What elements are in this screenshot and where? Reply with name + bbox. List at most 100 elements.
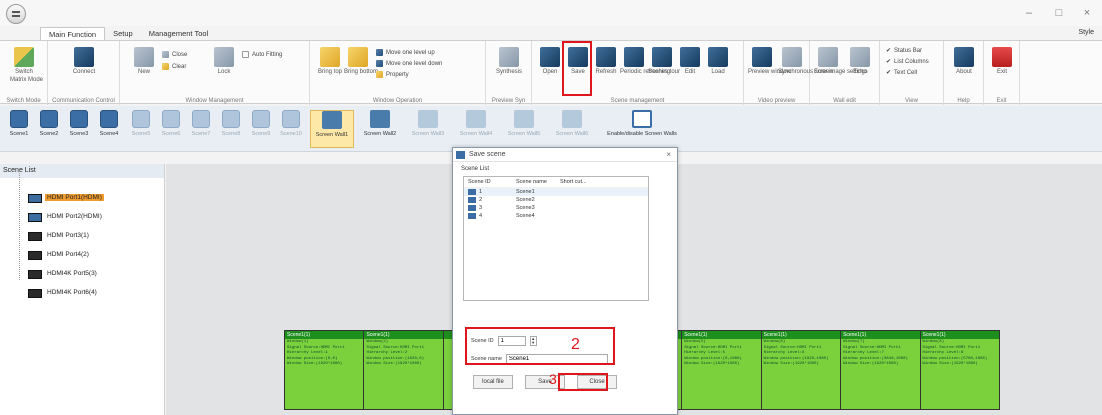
scene-1-button[interactable]: Scene1 — [6, 110, 32, 137]
scene-10-button[interactable]: Scene10 — [278, 110, 304, 137]
bring-bottom-button[interactable]: Bring bottom — [344, 47, 378, 75]
monitor-icon — [28, 270, 42, 279]
scene-7-button[interactable]: Scene7 — [188, 110, 214, 137]
lock-button[interactable]: Lock — [210, 47, 238, 75]
tree-item-hdmi4k-port6[interactable]: HDMI4K Port6(4) — [0, 285, 164, 304]
scene-3-button[interactable]: Scene3 — [66, 110, 92, 137]
connect-button[interactable]: Connect — [70, 47, 98, 75]
minimize-button[interactable]: – — [1020, 6, 1038, 20]
screen-wall-3-button[interactable]: Screen Wall3 — [406, 110, 450, 137]
synthesis-button[interactable]: Synthesis — [495, 47, 523, 75]
group-window-management: New Close Clear Lock Auto Fitting Window… — [120, 41, 310, 105]
scenes-tour-button[interactable]: Scenes tour — [648, 47, 680, 75]
close-button[interactable]: × — [1078, 6, 1096, 20]
bring-bottom-icon — [348, 47, 368, 67]
dialog-app-icon — [456, 151, 465, 159]
property-button[interactable]: Property — [376, 71, 409, 78]
monitor-icon — [28, 213, 42, 222]
scene-9-button[interactable]: Scene9 — [248, 110, 274, 137]
screen-wall-4-button[interactable]: Screen Wall4 — [454, 110, 498, 137]
scene-8-button[interactable]: Scene8 — [218, 110, 244, 137]
list-header: Scene ID Scene name Short cut... — [464, 177, 648, 188]
scene-list[interactable]: Scene ID Scene name Short cut... 1 Scene1… — [463, 176, 649, 301]
tab-management-tool[interactable]: Management Tool — [141, 27, 216, 41]
local-file-button[interactable]: local file — [473, 375, 513, 389]
open-scene-button[interactable]: Open — [536, 47, 564, 75]
scene-5-button[interactable]: Scene5 — [128, 110, 154, 137]
new-window-button[interactable]: New — [130, 47, 158, 75]
error-image-button[interactable]: Error image settings — [814, 47, 868, 75]
row-id: 3 — [479, 205, 483, 211]
tab-main-function[interactable]: Main Function — [40, 27, 106, 41]
echo-button[interactable]: Echo — [846, 47, 874, 75]
screen-wall-label: Screen Wall4 — [459, 131, 493, 137]
wall-cell[interactable]: Scene1(1) Window(2) Signal Source:HDMI Por… — [364, 330, 444, 410]
style-menu[interactable]: Style — [1078, 29, 1094, 36]
scene-2-button[interactable]: Scene2 — [36, 110, 62, 137]
screen-wall-1-button[interactable]: Screen Wall1 — [310, 110, 354, 148]
tree-item-hdmi-port3[interactable]: HDMI Port3(1) — [0, 228, 164, 247]
refresh-icon — [596, 47, 616, 67]
scene-6-button[interactable]: Scene6 — [158, 110, 184, 137]
maximize-button[interactable]: □ — [1050, 6, 1068, 20]
wall-cell[interactable]: Scene1(1) Window(8) Signal Source:HDMI Por… — [920, 330, 1000, 410]
bring-top-button[interactable]: Bring top — [316, 47, 344, 75]
scene-4-button[interactable]: Scene4 — [96, 110, 122, 137]
screen-wall-label: Screen Wall1 — [315, 132, 349, 138]
edit-scene-button[interactable]: Edit — [676, 47, 704, 75]
tree-item-hdmi-port4[interactable]: HDMI Port4(2) — [0, 247, 164, 266]
save-scene-dialog: Save scene × Scene List Scene ID Scene n… — [452, 147, 678, 415]
list-row-scene4[interactable]: 4 Scene4 — [464, 212, 648, 220]
close-window-button[interactable]: Close — [162, 51, 187, 58]
tab-setup[interactable]: Setup — [105, 27, 141, 41]
new-window-icon — [134, 47, 154, 67]
enable-disable-walls-button[interactable]: Enable/disable Screen Walls — [600, 110, 684, 137]
column-scene-id[interactable]: Scene ID — [464, 177, 512, 187]
move-up-button[interactable]: Move one level up — [376, 49, 435, 56]
preview-window-label: Preview window — [748, 69, 792, 75]
load-scene-button[interactable]: Load — [704, 47, 732, 75]
connect-icon — [74, 47, 94, 67]
screen-wall-6-button[interactable]: Screen Wall6 — [550, 110, 594, 137]
load-icon — [708, 47, 728, 67]
screen-wall-icon — [322, 111, 342, 129]
list-row-scene3[interactable]: 3 Scene3 — [464, 204, 648, 212]
app-menu-button[interactable] — [6, 4, 26, 24]
clear-button[interactable]: Clear — [162, 63, 186, 70]
exit-button[interactable]: Exit — [988, 47, 1016, 75]
dialog-close-icon[interactable]: × — [666, 148, 671, 162]
cell-line: Window Size:(1920*1080) — [763, 362, 819, 366]
move-down-button[interactable]: Move one level down — [376, 60, 442, 67]
wall-cell[interactable]: Scene1(1) Window(5) Signal Source:HDMI Por… — [682, 330, 762, 410]
wall-cell[interactable]: Scene1(1) Window(6) Signal Source:HDMI Por… — [761, 330, 842, 410]
auto-fitting-checkbox[interactable]: Auto Fitting — [242, 51, 282, 58]
status-bar-checkbox[interactable]: ✔ Status Bar — [886, 47, 922, 55]
about-button[interactable]: About — [950, 47, 978, 75]
about-label: About — [956, 69, 972, 75]
group-preview-syn: Synthesis Preview Syn — [486, 41, 532, 105]
periodic-refreshing-button[interactable]: Periodic refreshing — [620, 47, 670, 75]
bring-top-label: Bring top — [317, 69, 342, 75]
text-cell-checkbox[interactable]: ✔ Text Cell — [886, 69, 917, 77]
scene-toolbar: Scene1 Scene2 Scene3 Scene4 Scene5 Scene… — [0, 106, 1102, 152]
refresh-button[interactable]: Refresh — [592, 47, 620, 75]
list-row-scene2[interactable]: 2 Scene2 — [464, 196, 648, 204]
preview-window-button[interactable]: Preview window — [748, 47, 792, 75]
group-view: ✔ Status Bar ✔ List Columns ✔ Text Cell Vie… — [880, 41, 944, 105]
group-label: Communication Control — [52, 98, 115, 104]
wall-cell[interactable]: Scene1(1) Window(1) Signal Source:HDMI Por… — [284, 330, 365, 410]
tree-item-hdmi-port2[interactable]: HDMI Port2(HDMI) — [0, 209, 164, 228]
tree-item-hdmi-port1[interactable]: HDMI Port1(HDMI) — [0, 190, 164, 209]
title-bar: – □ × — [0, 0, 1102, 26]
switch-button[interactable]: Switch Matrix Mode — [10, 47, 43, 83]
screen-wall-2-button[interactable]: Screen Wall2 — [358, 110, 402, 137]
cell-title: Scene1(1) — [920, 331, 999, 339]
wall-cell[interactable]: Scene1(1) Window(7) Signal Source:HDMI Por… — [841, 330, 921, 410]
list-columns-checkbox[interactable]: ✔ List Columns — [886, 58, 929, 66]
column-scene-name[interactable]: Scene name — [512, 177, 556, 187]
screen-wall-5-button[interactable]: Screen Wall5 — [502, 110, 546, 137]
tree-item-hdmi4k-port5[interactable]: HDMI4K Port5(3) — [0, 266, 164, 285]
column-shortcut[interactable]: Short cut... — [556, 177, 616, 187]
list-row-scene1[interactable]: 1 Scene1 — [464, 188, 648, 196]
synchronous-screen-button[interactable]: Synchronous screen — [778, 47, 833, 75]
